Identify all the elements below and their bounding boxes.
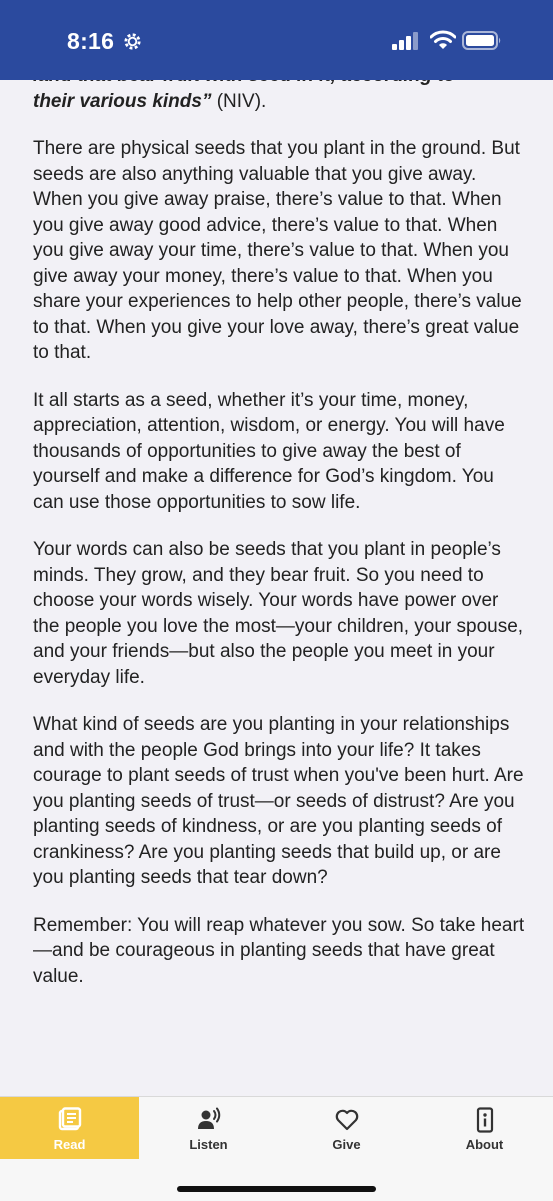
home-indicator <box>177 1186 376 1192</box>
heart-icon <box>335 1109 358 1131</box>
cellular-signal-icon <box>392 32 418 50</box>
verse-reference: (NIV). <box>211 90 267 112</box>
tab-about[interactable]: About <box>415 1097 553 1159</box>
wifi-icon <box>430 30 456 49</box>
tab-read-label: Read <box>53 1137 86 1152</box>
status-time: 8:16 <box>67 28 115 54</box>
tab-give[interactable]: Give <box>277 1097 416 1159</box>
verse-quote: land that bear fruit with seed in it, ac… <box>33 80 528 114</box>
paragraph: Your words can also be seeds that you pl… <box>33 539 524 688</box>
verse-cut-line: land that bear fruit with seed in it, ac… <box>33 80 528 89</box>
paragraph: It all starts as a seed, whether it’s yo… <box>33 389 505 513</box>
paragraph: Remember: You will reap whatever you sow… <box>33 914 525 987</box>
listen-icon <box>197 1107 220 1129</box>
tab-give-label: Give <box>332 1137 361 1152</box>
tab-read[interactable]: Read <box>0 1097 139 1159</box>
tab-listen[interactable]: Listen <box>139 1097 278 1159</box>
devotional-content[interactable]: land that bear fruit with seed in it, ac… <box>0 80 553 1096</box>
paragraph: There are physical seeds that you plant … <box>33 138 522 363</box>
status-bar: 8:16 <box>0 0 553 80</box>
tab-listen-label: Listen <box>189 1137 228 1152</box>
paragraph: What kind of seeds are you planting in y… <box>33 714 524 888</box>
book-icon <box>58 1107 81 1131</box>
battery-icon <box>462 31 501 50</box>
info-icon <box>476 1107 493 1133</box>
tab-about-label: About <box>465 1137 504 1152</box>
gear-icon <box>124 33 141 50</box>
verse-quote-text: their various kinds” <box>33 90 212 112</box>
